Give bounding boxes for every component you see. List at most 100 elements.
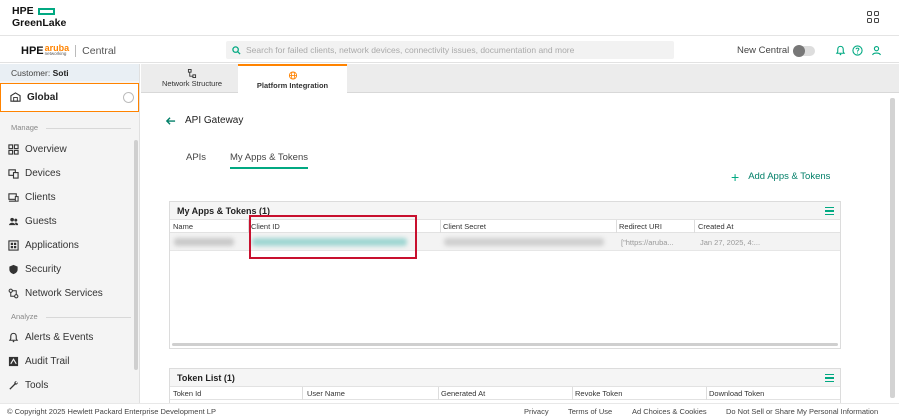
column-redirect-uri[interactable]: Redirect URI: [619, 222, 662, 231]
column-separator: [302, 387, 303, 400]
new-central-toggle-group: New Central: [737, 44, 816, 57]
column-separator: [440, 220, 441, 233]
cell-redirect-uri: ["https://aruba...: [621, 238, 674, 247]
table-header-bar: Token List (1): [170, 369, 840, 387]
back-arrow-icon[interactable]: [165, 116, 176, 126]
table-title: Token List (1): [177, 373, 235, 383]
new-central-toggle[interactable]: [793, 44, 816, 57]
table-menu-icon[interactable]: [825, 207, 834, 215]
scope-selector[interactable]: Global: [0, 83, 139, 112]
bell-icon: [8, 332, 19, 342]
column-name[interactable]: Name: [173, 222, 193, 231]
help-icon[interactable]: [852, 45, 863, 56]
customer-name: Soti: [52, 68, 69, 78]
table-menu-icon[interactable]: [825, 374, 834, 382]
globe-icon: [288, 71, 297, 80]
aruba-wordmark: aruba networking: [45, 44, 70, 58]
network-services-icon: [8, 288, 19, 298]
subtab-my-apps-tokens[interactable]: My Apps & Tokens: [230, 152, 308, 169]
shield-icon: [9, 264, 18, 274]
add-apps-tokens-button[interactable]: + Add Apps & Tokens: [731, 168, 830, 185]
section-analyze-label: Analyze: [11, 312, 38, 321]
loading-spinner-icon: [123, 92, 134, 103]
tab-label: Network Structure: [161, 79, 223, 88]
footer: © Copyright 2025 Hewlett Packard Enterpr…: [0, 403, 899, 417]
column-separator: [694, 220, 695, 233]
sidebar-item-applications[interactable]: Applications: [8, 237, 79, 253]
devices-icon: [8, 168, 19, 179]
sidebar-item-network-services[interactable]: Network Services: [8, 285, 103, 301]
plus-icon: +: [731, 168, 740, 185]
sidebar-item-label: Devices: [25, 167, 61, 179]
tab-label: Platform Integration: [256, 81, 329, 90]
column-separator: [572, 387, 573, 400]
sidebar-item-label: Clients: [25, 191, 56, 203]
greenlake-bar: HPE GreenLake: [0, 0, 899, 36]
global-scope-icon: [10, 92, 21, 102]
hpe-wordmark: HPE: [21, 45, 44, 57]
wrench-icon: [9, 380, 18, 390]
tab-platform-integration[interactable]: Platform Integration: [238, 64, 347, 93]
sidebar-scrollbar[interactable]: [134, 140, 138, 370]
greenlake-logo[interactable]: HPE GreenLake: [12, 5, 66, 29]
column-client-secret[interactable]: Client Secret: [443, 222, 486, 231]
search-input[interactable]: [246, 45, 666, 55]
sidebar-item-label: Tools: [25, 379, 49, 391]
aruba-subtext: networking: [44, 51, 67, 56]
column-generated-at[interactable]: Generated At: [441, 389, 485, 398]
sidebar-item-clients[interactable]: Clients: [8, 189, 56, 205]
search-icon: [232, 45, 241, 55]
audit-trail-icon: [8, 356, 19, 366]
column-separator: [706, 387, 707, 400]
sidebar: Customer: Soti Global Manage Overview De…: [0, 64, 140, 403]
page-title: API Gateway: [185, 115, 244, 126]
redacted-name: [174, 238, 234, 246]
clients-icon: [8, 192, 19, 202]
aruba-central-logo[interactable]: HPE aruba networking Central: [21, 44, 116, 58]
column-created-at[interactable]: Created At: [698, 222, 733, 231]
column-token-id[interactable]: Token Id: [173, 389, 201, 398]
main-scrollbar[interactable]: [890, 98, 895, 398]
greenlake-logo-text: GreenLake: [12, 17, 67, 29]
column-user-name[interactable]: User Name: [307, 389, 345, 398]
sidebar-item-label: Network Services: [25, 287, 103, 299]
footer-link-do-not-sell[interactable]: Do Not Sell or Share My Personal Informa…: [726, 407, 878, 416]
column-revoke-token[interactable]: Revoke Token: [575, 389, 622, 398]
column-download-token[interactable]: Download Token: [709, 389, 764, 398]
redacted-client-secret: [444, 238, 604, 246]
sidebar-item-security[interactable]: Security: [8, 261, 61, 277]
app-launcher-icon[interactable]: [867, 11, 880, 24]
customer-selector[interactable]: Customer: Soti: [0, 64, 139, 81]
sidebar-item-label: Applications: [25, 239, 79, 251]
sidebar-item-devices[interactable]: Devices: [8, 165, 61, 181]
column-separator: [616, 220, 617, 233]
footer-link-ad-choices[interactable]: Ad Choices & Cookies: [632, 407, 707, 416]
user-icon[interactable]: [871, 45, 882, 56]
context-tabs: Network Structure Platform Integration: [141, 64, 899, 93]
subtab-apis[interactable]: APIs: [186, 152, 206, 163]
product-name: Central: [82, 45, 116, 57]
table-column-headers: Token Id User Name Generated At Revoke T…: [170, 387, 840, 400]
tab-network-structure[interactable]: Network Structure: [149, 64, 235, 93]
sidebar-item-guests[interactable]: Guests: [8, 213, 57, 229]
notifications-bell-icon[interactable]: [835, 45, 846, 56]
section-divider: [46, 128, 131, 129]
client-id-highlight-box: [249, 215, 417, 259]
sidebar-item-tools[interactable]: Tools: [8, 377, 48, 393]
footer-link-privacy[interactable]: Privacy: [524, 407, 549, 416]
sidebar-item-alerts-events[interactable]: Alerts & Events: [8, 329, 93, 345]
sidebar-item-audit-trail[interactable]: Audit Trail: [8, 353, 69, 369]
hpe-element-icon: [37, 7, 55, 15]
central-header: HPE arubanetworking Central New Central: [0, 37, 899, 63]
sidebar-item-overview[interactable]: Overview: [8, 141, 67, 157]
section-divider: [46, 317, 131, 318]
copyright-text: © Copyright 2025 Hewlett Packard Enterpr…: [7, 407, 216, 416]
sidebar-item-label: Alerts & Events: [25, 331, 94, 343]
table-horizontal-scrollbar[interactable]: [172, 343, 838, 346]
page-header: API Gateway: [165, 115, 243, 126]
global-search[interactable]: [226, 41, 674, 59]
sidebar-item-label: Overview: [25, 143, 67, 155]
customer-label: Customer:: [11, 68, 51, 78]
footer-link-terms[interactable]: Terms of Use: [568, 407, 612, 416]
token-list-table: Token List (1) Token Id User Name Genera…: [169, 368, 841, 408]
